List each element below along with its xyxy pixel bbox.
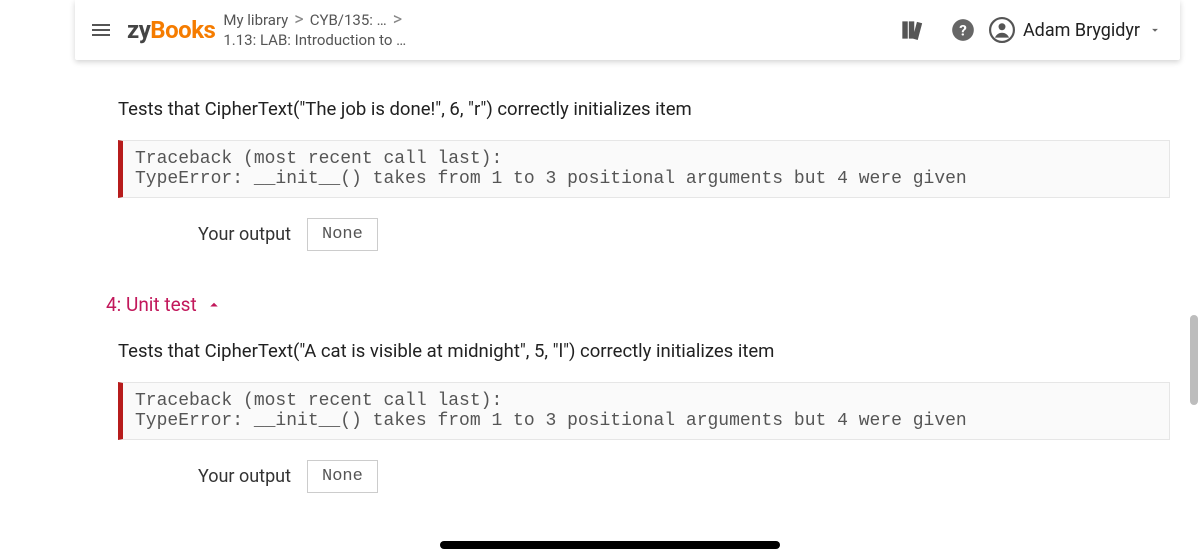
test-description: Tests that CipherText("A cat is visible … bbox=[88, 322, 1200, 376]
logo-zy: zy bbox=[127, 16, 150, 44]
your-output-value: None bbox=[307, 460, 378, 493]
chevron-up-icon bbox=[205, 296, 223, 314]
help-icon[interactable]: ? bbox=[949, 16, 977, 44]
user-avatar-icon bbox=[989, 17, 1015, 43]
zybooks-logo[interactable]: zyBooks bbox=[127, 16, 215, 44]
your-output-row: Your output None bbox=[88, 198, 1200, 275]
breadcrumb: My library > CYB/135: … > 1.13: LAB: Int… bbox=[223, 10, 406, 51]
your-output-row: Your output None bbox=[88, 440, 1200, 517]
traceback-output: Traceback (most recent call last): TypeE… bbox=[118, 382, 1170, 440]
test-description: Tests that CipherText("The job is done!"… bbox=[88, 80, 1200, 134]
cutoff-prev-heading bbox=[88, 66, 1200, 80]
user-menu[interactable]: Adam Brygidyr bbox=[989, 17, 1162, 43]
your-output-label: Your output bbox=[198, 224, 291, 245]
caret-down-icon bbox=[1148, 23, 1162, 37]
bottom-handle bbox=[440, 541, 780, 549]
user-name: Adam Brygidyr bbox=[1023, 20, 1140, 41]
catalog-icon[interactable] bbox=[897, 16, 925, 44]
chevron-right-icon: > bbox=[294, 11, 303, 29]
your-output-label: Your output bbox=[198, 466, 291, 487]
menu-icon[interactable] bbox=[89, 18, 113, 42]
unit-test-title: 4: Unit test bbox=[106, 293, 197, 316]
scrollbar[interactable] bbox=[1188, 315, 1200, 475]
breadcrumb-current: 1.13: LAB: Introduction to … bbox=[223, 30, 406, 50]
your-output-value: None bbox=[307, 218, 378, 251]
unit-test-4-toggle[interactable]: 4: Unit test bbox=[88, 275, 1200, 322]
lab-results: Tests that CipherText("The job is done!"… bbox=[0, 66, 1200, 517]
breadcrumb-link-course[interactable]: CYB/135: … bbox=[310, 10, 387, 30]
app-header: zyBooks My library > CYB/135: … > 1.13: … bbox=[75, 0, 1180, 60]
breadcrumb-link-library[interactable]: My library bbox=[223, 10, 288, 30]
traceback-output: Traceback (most recent call last): TypeE… bbox=[118, 140, 1170, 198]
chevron-right-icon: > bbox=[393, 11, 402, 29]
svg-text:?: ? bbox=[959, 21, 967, 39]
scrollbar-thumb[interactable] bbox=[1190, 315, 1198, 405]
logo-books: Books bbox=[150, 16, 215, 44]
